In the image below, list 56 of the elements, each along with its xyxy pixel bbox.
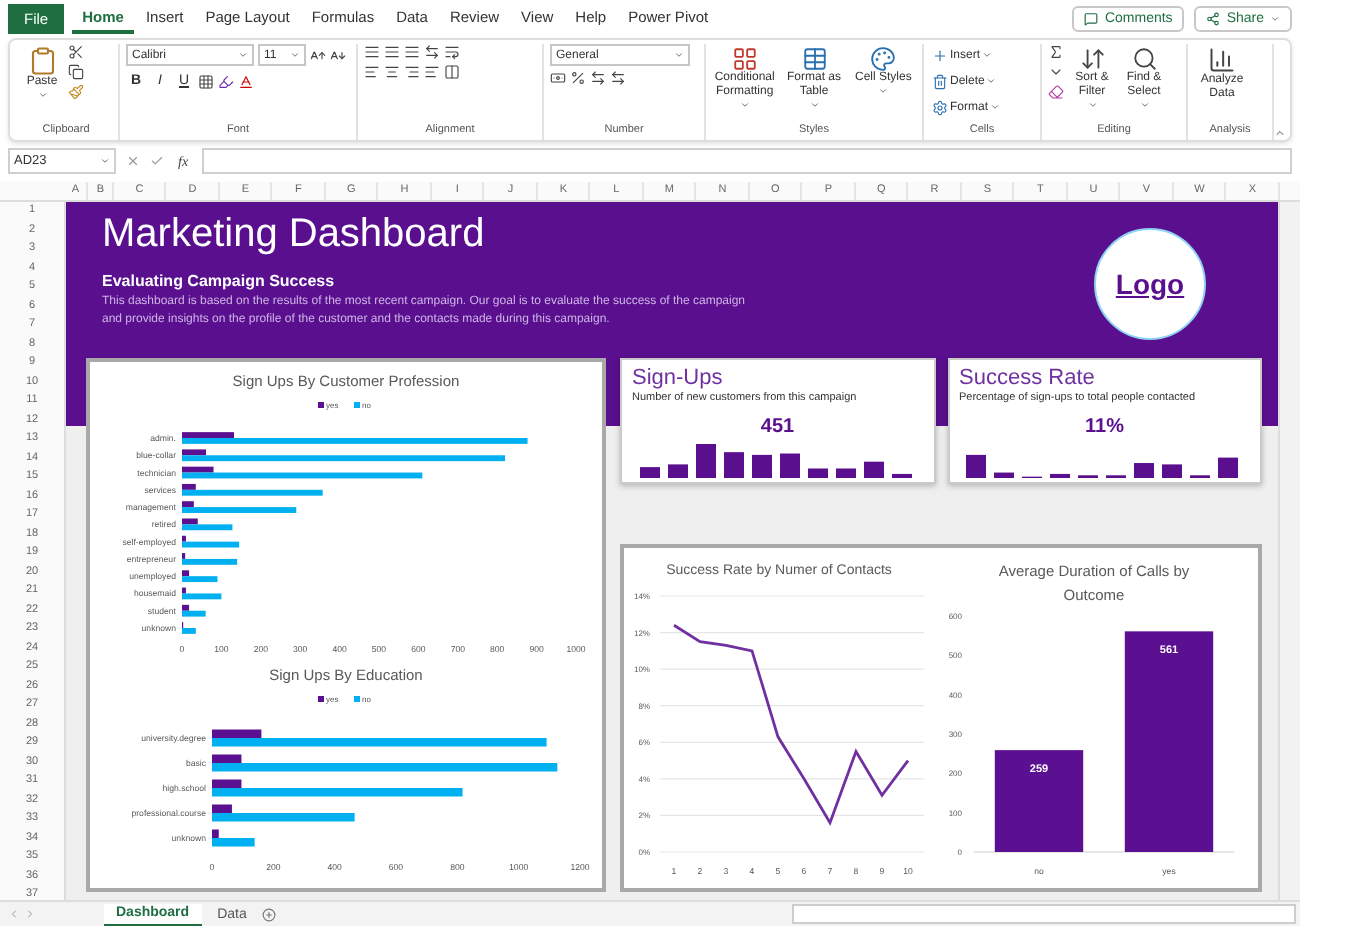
align-center-icon[interactable] — [384, 64, 400, 80]
caret-icon — [739, 100, 750, 110]
kpi-title: Success Rate — [959, 366, 1097, 392]
scissors-icon[interactable] — [68, 44, 84, 60]
kpi-value: 11% — [1085, 416, 1124, 438]
currency-icon[interactable] — [550, 70, 566, 86]
shrink-font-icon[interactable] — [330, 47, 346, 63]
borders-icon[interactable] — [198, 73, 214, 89]
caret-icon — [990, 102, 1001, 112]
search-icon[interactable] — [1131, 46, 1157, 72]
vertical-scrollbar[interactable] — [1278, 202, 1300, 900]
font-color-icon[interactable] — [238, 73, 254, 89]
caret-icon — [1270, 14, 1280, 24]
grid-icon[interactable] — [731, 46, 758, 72]
caret-icon — [37, 90, 47, 100]
caret-icon — [878, 86, 889, 96]
highlighter-icon[interactable] — [218, 73, 234, 89]
clipboard-icon[interactable] — [27, 46, 57, 76]
caret-icon — [986, 76, 997, 86]
logo-text: Logo — [1115, 268, 1185, 300]
caret-icon — [809, 100, 819, 110]
align-right-icon[interactable] — [404, 64, 420, 80]
horizontal-scrollbar[interactable] — [792, 904, 1296, 924]
eraser-icon[interactable] — [1048, 84, 1064, 100]
bar — [994, 750, 1084, 852]
caret-icon — [100, 156, 110, 166]
wrap-text-icon[interactable] — [444, 44, 460, 60]
trash-icon[interactable] — [932, 73, 948, 89]
align-left-icon[interactable] — [364, 64, 380, 80]
chart-icon[interactable] — [1208, 46, 1236, 74]
percent-icon[interactable] — [570, 70, 586, 86]
table-icon[interactable] — [801, 46, 827, 72]
dashboard-subtitle: Evaluating Campaign Success — [102, 272, 337, 290]
dashboard-title: Marketing Dashboard — [102, 210, 487, 258]
merge-icon[interactable] — [444, 64, 460, 80]
copy-icon[interactable] — [68, 64, 84, 80]
gear-icon[interactable] — [932, 99, 948, 115]
cancel-icon[interactable] — [126, 154, 140, 168]
palette-icon[interactable] — [870, 46, 897, 72]
enter-icon[interactable] — [150, 154, 164, 168]
share-icon — [1206, 12, 1221, 26]
caret-icon — [982, 50, 993, 60]
caret-icon — [1139, 100, 1149, 110]
caret-icon — [238, 50, 248, 60]
plus-icon[interactable] — [932, 47, 948, 63]
formula-input[interactable] — [202, 148, 1292, 174]
add-sheet-icon[interactable] — [262, 907, 277, 921]
caret-icon — [1087, 100, 1097, 110]
comment-icon — [1084, 12, 1099, 26]
kpi-title: Sign-Ups — [632, 366, 725, 392]
kpi-value: 451 — [760, 416, 795, 438]
sigma-icon[interactable] — [1048, 44, 1064, 60]
sort-icon[interactable] — [1079, 46, 1105, 72]
caret-icon — [290, 50, 300, 60]
grow-font-icon[interactable] — [310, 47, 326, 63]
caret-icon — [674, 50, 684, 60]
